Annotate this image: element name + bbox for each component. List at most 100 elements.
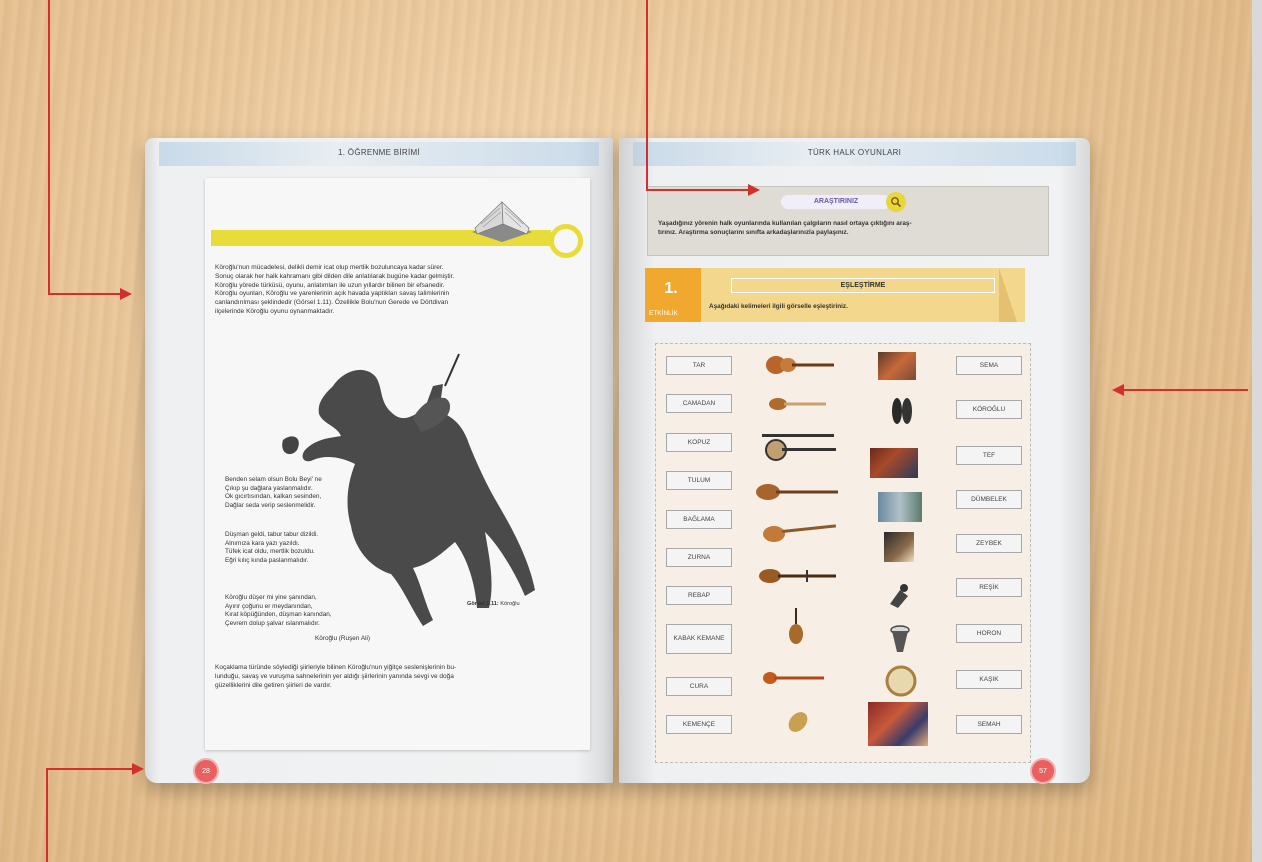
research-line: tırınız. Araştırma sonuçlarını sınıfta a…	[658, 229, 849, 236]
caption-text: Köroğlu	[498, 601, 520, 607]
poem-line: Kırat köpüğünden, düşman kanından,	[225, 611, 332, 619]
intro-line: Köroğlu'nun mücadelesi, delikli demir ic…	[215, 264, 444, 271]
dance-word: TEF	[956, 446, 1022, 465]
dumbelek-dance-photo	[878, 492, 922, 522]
instrument-word: BAĞLAMA	[666, 510, 732, 529]
figure-caption: Görsel 1.11: Köroğlu	[467, 601, 520, 607]
sema-dance-photo	[878, 352, 916, 380]
tef-dance-photo	[870, 448, 918, 478]
instrument-word: KABAK KEMANE	[666, 624, 732, 654]
intro-line: Köroğlu yörede türküsü, oyunu, anlatımla…	[215, 281, 445, 289]
activity-banner: 1. ETKİNLİK EŞLEŞTİRME Aşağıdaki kelimel…	[645, 268, 1025, 322]
left-page-header: 1. ÖĞRENME BİRİMİ	[338, 148, 420, 157]
dance-word: KAŞIK	[956, 670, 1022, 689]
instrument-word: ZURNA	[666, 548, 732, 567]
outro-line: güzelliklerini dile getiren şiirleri de …	[215, 681, 332, 689]
activity-title: EŞLEŞTİRME	[731, 278, 995, 293]
right-page-number: 57	[1030, 758, 1056, 784]
instrument-word: REBAP	[666, 586, 732, 605]
right-page-header: TÜRK HALK OYUNLARI	[807, 148, 902, 157]
poem-line: Dağlar seda verip seslenmelidir.	[225, 501, 316, 509]
annotation-arrow-head	[1112, 384, 1124, 396]
yellow-circle-ornament	[549, 224, 583, 258]
poem-line: Benden selam olsun Bolu Beyi' ne	[225, 476, 322, 483]
right-edge-bar	[1252, 0, 1262, 862]
kabak-kemane-instrument-image	[763, 672, 824, 684]
instrument-word: CURA	[666, 677, 732, 696]
right-page: TÜRK HALK OYUNLARI ARAŞTIRINIZ Yaşadığın…	[619, 138, 1090, 784]
instrument-word: TULUM	[666, 471, 732, 490]
annotation-arrow-line	[46, 768, 132, 770]
outro-line: Koçaklama türünde söylediği şiirleriyle …	[215, 664, 457, 671]
research-line: Yaşadığınız yörenin halk oyunlarında kul…	[658, 220, 912, 227]
tulum-instrument-image	[756, 484, 838, 500]
kopuz-instrument-image	[762, 434, 836, 461]
zurna-instrument-image	[759, 569, 836, 583]
matching-area: TAR CAMADAN KOPUZ TULUM BAĞLAMA ZURNA RE…	[655, 343, 1031, 763]
zeybek-dance-photo	[884, 532, 914, 562]
dance-word: KÖROĞLU	[956, 400, 1022, 419]
resik-instrument-image	[890, 584, 908, 608]
kemence-instrument-image	[788, 712, 808, 732]
research-label: ARAŞTIRINIZ	[781, 195, 891, 209]
instrument-word: CAMADAN	[666, 394, 732, 413]
poem-line: Çevrem dolup şalvar ıslanmalıdır.	[225, 619, 320, 627]
poem-line: Ok gıcırtısından, kalkan sesinden,	[225, 493, 322, 501]
poem-line: Çıkıp şu dağlara yaslanmalıdır.	[225, 484, 313, 492]
annotation-arrow-line	[48, 0, 50, 295]
instrument-word: KEMENÇE	[666, 715, 732, 734]
instrument-word: TAR	[666, 356, 732, 375]
research-text: Yaşadığınız yörenin halk oyunlarında kul…	[658, 219, 1038, 237]
intro-line: Köroğlu oyunları, Köroğlu ve yarenlerini…	[215, 290, 450, 298]
open-book-icon	[472, 201, 532, 242]
annotation-arrow-line	[48, 293, 120, 295]
camadan-instrument-image	[769, 398, 826, 410]
caption-label: Görsel 1.11:	[467, 601, 499, 607]
annotation-arrow-head	[748, 184, 760, 196]
dance-word: REŞİK	[956, 578, 1022, 597]
poem-line: Köroğlu düşer mi yine şanından,	[225, 594, 317, 601]
intro-paragraph: Köroğlu'nun mücadelesi, delikli demir ic…	[215, 264, 585, 317]
dance-word: HORON	[956, 624, 1022, 643]
poem-line: Eğri kılıç kında paslanmalıdır.	[225, 556, 309, 564]
dumbelek-drum-image	[890, 625, 910, 652]
annotation-arrow-head	[120, 288, 132, 300]
poem-stanza-3: Köroğlu düşer mi yine şanından, Ayırır ç…	[225, 594, 332, 628]
dance-word: ZEYBEK	[956, 534, 1022, 553]
intro-line: ilçelerinde Köroğlu oyunu oynanmaktadır.	[215, 307, 335, 315]
poem-stanza-2: Düşman geldi, tabur tabur dizildi. Alnım…	[225, 531, 318, 565]
annotation-arrow-head	[132, 763, 144, 775]
annotation-arrow-line	[1124, 389, 1248, 391]
dance-word: SEMAH	[956, 715, 1022, 734]
annotation-arrow-line	[646, 0, 648, 191]
rebap-instrument-image	[789, 608, 803, 644]
open-textbook: 1. ÖĞRENME BİRİMİ Köroğlu'nun mücadelesi…	[145, 128, 1090, 793]
research-box: ARAŞTIRINIZ Yaşadığınız yörenin halk oyu…	[647, 186, 1049, 256]
tef-instrument-image	[885, 665, 917, 697]
tar-instrument-image	[766, 356, 834, 374]
poem-line: Alnımıza kara yazı yazıldı.	[225, 539, 300, 547]
left-content-panel: Köroğlu'nun mücadelesi, delikli demir ic…	[205, 178, 590, 750]
dance-word: SEMA	[956, 356, 1022, 375]
dance-word: DÜMBELEK	[956, 490, 1022, 509]
baglama-instrument-image	[763, 524, 837, 542]
poem-stanza-1: Benden selam olsun Bolu Beyi' ne Çıkıp ş…	[225, 476, 322, 510]
annotation-arrow-line	[646, 189, 748, 191]
intro-line: Sonuç olarak her halk kahramanı gibi dil…	[215, 272, 455, 280]
annotation-arrow-line	[46, 768, 48, 862]
activity-banner-fold	[999, 268, 1017, 322]
poem-author: Köroğlu (Ruşen Ali)	[315, 635, 371, 642]
intro-line: canlandırılması şeklindedir (Görsel 1.11…	[215, 299, 449, 307]
activity-word: ETKİNLİK	[649, 310, 678, 317]
poem-line: Tüfek icat oldu, mertlik bozuldu.	[225, 548, 315, 556]
activity-instruction: Aşağıdaki kelimeleri ilgili görselle eşl…	[709, 303, 848, 310]
outro-line: lunduğu, savaş ve vuruşma sahnelerinin y…	[215, 672, 454, 680]
koroglu-shoes-image	[892, 398, 912, 424]
left-page: 1. ÖĞRENME BİRİMİ Köroğlu'nun mücadelesi…	[145, 138, 613, 784]
search-icon	[886, 192, 906, 212]
outro-paragraph: Koçaklama türünde söylediği şiirleriyle …	[215, 664, 585, 690]
activity-number: 1.	[664, 280, 678, 297]
left-page-number: 28	[193, 758, 219, 784]
instrument-word: KOPUZ	[666, 433, 732, 452]
poem-line: Ayırır çoğunu er meydanından,	[225, 602, 313, 610]
